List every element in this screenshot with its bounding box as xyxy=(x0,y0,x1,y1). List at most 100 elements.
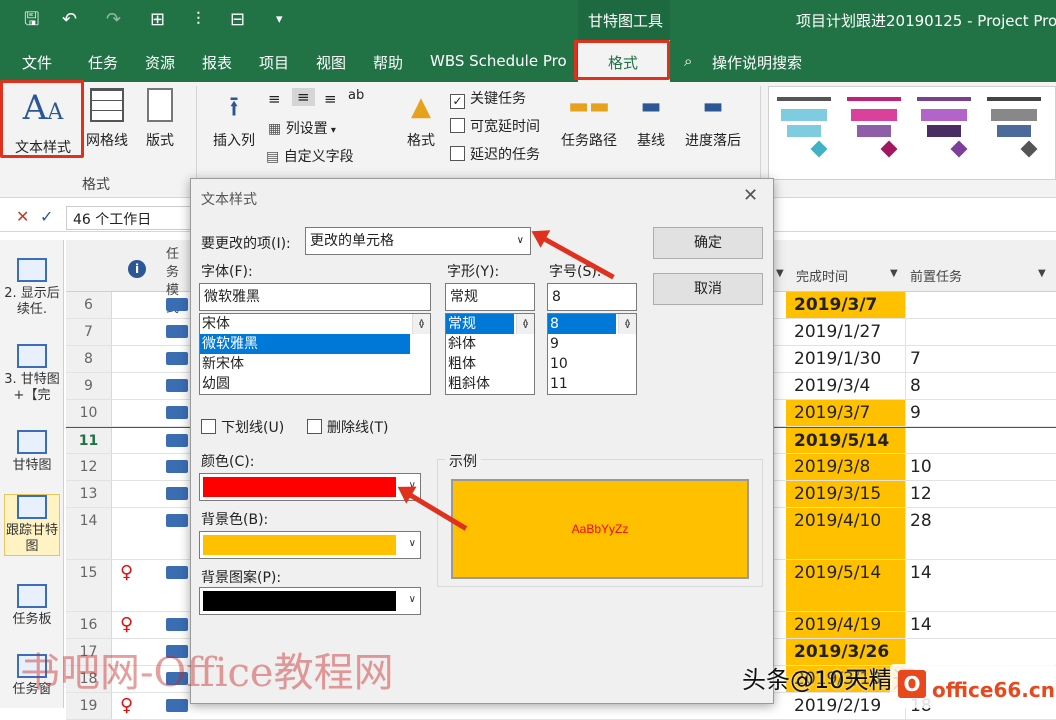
scroll-down-icon[interactable]: ∨ xyxy=(517,317,534,334)
font-style-list[interactable]: 常规 斜体 粗体 粗斜体 ∧ ∨ xyxy=(445,313,535,395)
font-size-item[interactable]: 11 xyxy=(548,374,636,394)
font-list-item[interactable]: 新宋体 xyxy=(200,354,430,374)
row-number[interactable]: 10 xyxy=(66,400,112,426)
tab-task[interactable]: 任务 xyxy=(88,52,118,73)
custom-fields-button[interactable]: ▤ 自定义字段 xyxy=(266,146,354,166)
predecessor-cell[interactable]: 10 xyxy=(906,454,1056,480)
wrap-text-icon[interactable]: ab xyxy=(348,88,364,103)
row-number[interactable]: 11 xyxy=(66,428,112,453)
view-item-task-board[interactable]: 任务板 xyxy=(4,584,60,628)
view-item-gantt[interactable]: 甘特图 xyxy=(4,430,60,474)
font-size-item-selected[interactable]: 8 xyxy=(548,314,616,334)
entry-field[interactable]: 46 个工作日 xyxy=(66,206,196,230)
font-input[interactable]: 微软雅黑 xyxy=(199,283,431,311)
item-to-change-select[interactable]: 更改的单元格 ∨ xyxy=(305,227,531,255)
column-settings-button[interactable]: ▦ 列设置 ▾ xyxy=(268,118,336,138)
predecessor-cell[interactable]: 12 xyxy=(906,481,1056,507)
finish-cell[interactable]: 2019/3/7 xyxy=(786,292,906,318)
layout-button[interactable]: 版式 xyxy=(136,88,184,150)
align-right-icon[interactable]: ≡ xyxy=(324,90,337,108)
font-list[interactable]: 宋体 微软雅黑 新宋体 幼圆 ∧ ∨ xyxy=(199,313,431,395)
gantt-style-2[interactable] xyxy=(847,97,901,167)
finish-cell[interactable]: 2019/4/19 xyxy=(786,612,906,638)
background-color-select[interactable]: ∨ xyxy=(199,531,421,559)
font-size-list[interactable]: 8 9 10 11 ∧ ∨ xyxy=(547,313,637,395)
tab-project[interactable]: 项目 xyxy=(259,52,289,73)
predecessor-cell[interactable] xyxy=(906,428,1056,453)
gantt-style-3[interactable] xyxy=(917,97,971,167)
late-tasks-checkbox[interactable]: 延迟的任务 xyxy=(450,144,540,164)
finish-cell[interactable]: 2019/1/27 xyxy=(786,319,906,345)
confirm-entry-icon[interactable]: ✓ xyxy=(40,207,53,226)
finish-cell[interactable]: 2019/3/8 xyxy=(786,454,906,480)
predecessor-cell[interactable]: 7 xyxy=(906,346,1056,372)
row-number[interactable]: 13 xyxy=(66,481,112,507)
finish-cell[interactable]: 2019/4/10 xyxy=(786,508,906,559)
insert-column-button[interactable]: ⭱ 插入列 xyxy=(204,88,264,150)
font-size-input[interactable]: 8 xyxy=(547,283,637,311)
background-pattern-select[interactable]: ∨ xyxy=(199,587,421,615)
ok-button[interactable]: 确定 xyxy=(653,227,763,259)
outline-icon[interactable]: ⊟ xyxy=(230,8,245,32)
slippage-button[interactable]: ▬ 进度落后 xyxy=(678,88,748,150)
predecessor-cell[interactable]: 14 xyxy=(906,560,1056,611)
row-number[interactable]: 12 xyxy=(66,454,112,480)
row-number[interactable]: 9 xyxy=(66,373,112,399)
tab-file[interactable]: 文件 xyxy=(22,52,52,73)
gantt-style-gallery[interactable] xyxy=(768,86,1056,180)
font-style-item[interactable]: 粗斜体 xyxy=(446,374,534,394)
row-number[interactable]: 8 xyxy=(66,346,112,372)
finish-cell[interactable]: 2019/3/4 xyxy=(786,373,906,399)
view-item-show-successors[interactable]: 2. 显示后续任. xyxy=(4,258,60,318)
text-color-select[interactable]: ∨ xyxy=(199,473,421,501)
filter-dropdown-icon[interactable]: ▼ xyxy=(1038,268,1046,279)
undo-icon[interactable]: ↶ xyxy=(62,8,77,32)
tab-resource[interactable]: 资源 xyxy=(145,52,175,73)
tab-help[interactable]: 帮助 xyxy=(373,52,403,73)
critical-tasks-checkbox[interactable]: ✓ 关键任务 xyxy=(450,88,526,109)
slack-checkbox[interactable]: 可宽延时间 xyxy=(450,116,540,136)
font-style-scrollbar[interactable]: ∧ ∨ xyxy=(516,314,534,334)
finish-cell[interactable]: 2019/5/14 xyxy=(786,560,906,611)
font-list-scrollbar[interactable]: ∧ ∨ xyxy=(412,314,430,334)
finish-cell[interactable]: 2019/2/19 xyxy=(786,693,906,719)
tab-view[interactable]: 视图 xyxy=(316,52,346,73)
font-list-item[interactable]: 幼圆 xyxy=(200,374,430,394)
row-number[interactable]: 6 xyxy=(66,292,112,318)
search-icon[interactable]: ⌕ xyxy=(684,52,692,70)
filter-dropdown-icon[interactable]: ▼ xyxy=(890,268,898,279)
cancel-entry-icon[interactable]: ✕ xyxy=(16,207,29,226)
view-item-gantt-complete[interactable]: 3. 甘特图+【完 xyxy=(4,344,60,404)
predecessor-cell[interactable]: 14 xyxy=(906,612,1056,638)
task-path-button[interactable]: ▬▬ 任务路径 xyxy=(556,88,622,150)
font-size-item[interactable]: 9 xyxy=(548,334,636,354)
redo-icon[interactable]: ↷ xyxy=(106,8,121,32)
close-icon[interactable]: ✕ xyxy=(743,185,758,206)
predecessor-cell[interactable]: 28 xyxy=(906,508,1056,559)
save-icon[interactable]: 🖫 xyxy=(24,8,39,32)
font-style-item[interactable]: 斜体 xyxy=(446,334,534,354)
tab-report[interactable]: 报表 xyxy=(202,52,232,73)
predecessor-cell[interactable] xyxy=(906,639,1056,665)
column-header-predecessors[interactable]: 前置任务 xyxy=(910,266,962,285)
view-item-tracking-gantt[interactable]: 跟踪甘特图 xyxy=(4,494,60,556)
gantt-style-4[interactable] xyxy=(987,97,1041,167)
font-style-item-selected[interactable]: 常规 xyxy=(446,314,514,334)
finish-cell[interactable]: 2019/3/15 xyxy=(786,481,906,507)
align-left-icon[interactable]: ≡ xyxy=(268,90,281,108)
font-size-item[interactable]: 10 xyxy=(548,354,636,374)
scroll-down-icon[interactable]: ∨ xyxy=(413,317,430,334)
baseline-button[interactable]: ▬ 基线 xyxy=(628,88,674,150)
predecessor-cell[interactable]: 9 xyxy=(906,400,1056,426)
font-list-item-selected[interactable]: 微软雅黑 xyxy=(200,334,410,354)
row-number[interactable]: 16 xyxy=(66,612,112,638)
font-style-item[interactable]: 粗体 xyxy=(446,354,534,374)
format-button[interactable]: ▲ 格式 xyxy=(396,88,446,150)
row-number[interactable]: 15 xyxy=(66,560,112,611)
tab-wbs-schedule-pro[interactable]: WBS Schedule Pro xyxy=(430,52,567,70)
finish-cell[interactable]: 2019/1/30 xyxy=(786,346,906,372)
customize-qat-icon[interactable]: ▾ xyxy=(276,8,283,32)
tell-me-search[interactable]: 操作说明搜索 xyxy=(712,52,802,73)
column-header-finish[interactable]: 完成时间 xyxy=(796,266,848,285)
predecessor-cell[interactable] xyxy=(906,319,1056,345)
